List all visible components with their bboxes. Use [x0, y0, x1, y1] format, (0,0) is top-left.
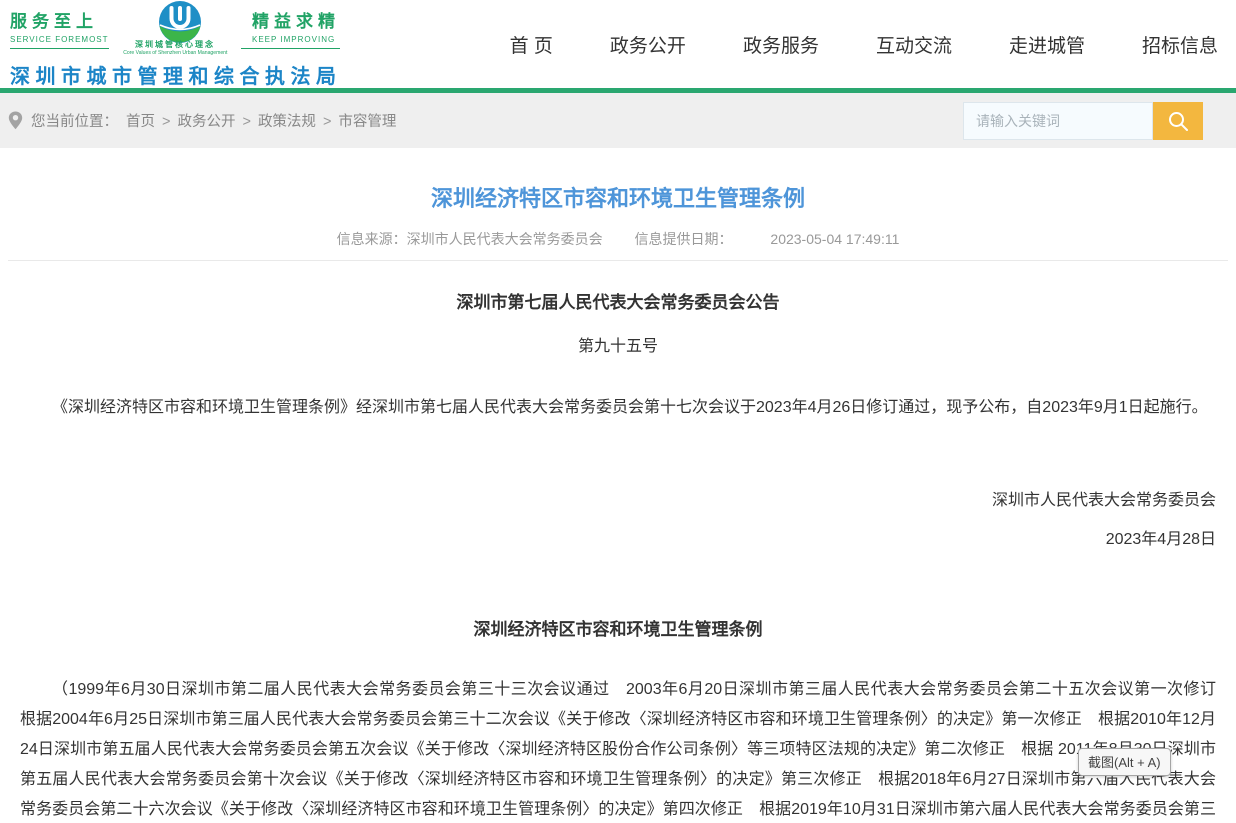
caption-en: Core Values of Shenzhen Urban Management [123, 50, 227, 56]
breadcrumb-item: 市容管理> [338, 110, 396, 131]
nav-item[interactable]: 走进城管 [1009, 31, 1085, 58]
slogan-right: 精益求精 KEEP IMPROVING [252, 0, 340, 44]
search-button[interactable] [1153, 102, 1203, 140]
org-name: 深圳市城市管理和综合执法局 [10, 60, 340, 89]
source-label: 信息来源： [337, 231, 407, 247]
slogan-right-cn: 精益求精 [252, 7, 340, 32]
date-value: 2023-05-04 17:49:11 [770, 231, 899, 247]
breadcrumb-separator: > [162, 114, 170, 130]
search-input[interactable] [963, 102, 1153, 140]
slogan-left-en: SERVICE FOREMOST [10, 35, 109, 44]
caption-cn: 深圳城管核心理念 [114, 41, 237, 50]
location-pin-icon [8, 111, 23, 130]
announcement-paragraph: 《深圳经济特区市容和环境卫生管理条例》经深圳市第七届人民代表大会常务委员会第十七… [20, 393, 1216, 423]
breadcrumb-link[interactable]: 市容管理 [338, 114, 396, 130]
signature-org: 深圳市人民代表大会常务委员会 [20, 486, 1216, 510]
slogan-right-en: KEEP IMPROVING [252, 35, 340, 44]
nav-item[interactable]: 互动交流 [876, 31, 952, 58]
breadcrumb-bar: 您当前位置： 首页 > 政务公开 > 政策法规 > 市容管理> [0, 93, 1236, 148]
breadcrumb-items: 首页 > 政务公开 > 政策法规 > 市容管理> [126, 110, 396, 131]
meta-divider [8, 260, 1228, 261]
search-icon [1167, 110, 1189, 132]
article: 深圳经济特区市容和环境卫生管理条例 信息来源：深圳市人民代表大会常务委员会 信息… [0, 181, 1236, 823]
breadcrumb-prefix: 您当前位置： [31, 110, 118, 131]
breadcrumb-link[interactable]: 政策法规 [258, 114, 316, 130]
article-meta: 信息来源：深圳市人民代表大会常务委员会 信息提供日期： 2023-05-04 1… [20, 229, 1216, 249]
breadcrumb: 您当前位置： 首页 > 政务公开 > 政策法规 > 市容管理> [8, 110, 396, 131]
nav-item[interactable]: 政务公开 [610, 31, 686, 58]
signature-date: 2023年4月28日 [20, 525, 1216, 549]
breadcrumb-item: 政策法规 > [258, 110, 338, 131]
revision-history-paragraph: （1999年6月30日深圳市第二届人民代表大会常务委员会第三十三次会议通过 20… [20, 675, 1216, 823]
search-box [963, 102, 1203, 140]
announcement-number: 第九十五号 [20, 332, 1216, 356]
nav-item[interactable]: 首 页 [510, 31, 553, 58]
page-title: 深圳经济特区市容和环境卫生管理条例 [20, 181, 1216, 213]
breadcrumb-link[interactable]: 政务公开 [177, 114, 235, 130]
nav-item[interactable]: 招标信息 [1142, 31, 1218, 58]
document-title: 深圳经济特区市容和环境卫生管理条例 [20, 615, 1216, 640]
caption-rule-left [10, 48, 109, 49]
nav-item[interactable]: 政务服务 [743, 31, 819, 58]
caption-text: 深圳城管核心理念 Core Values of Shenzhen Urban M… [109, 41, 242, 56]
announcement-title: 深圳市第七届人民代表大会常务委员会公告 [20, 288, 1216, 313]
source-value: 深圳市人民代表大会常务委员会 [407, 231, 603, 247]
breadcrumb-separator: > [242, 114, 250, 130]
screenshot-tooltip: 截图(Alt + A) [1078, 748, 1171, 776]
breadcrumb-separator: > [323, 114, 331, 130]
date-label: 信息提供日期： [635, 231, 733, 247]
slogan-left-cn: 服务至上 [10, 7, 109, 32]
breadcrumb-item: 政务公开 > [177, 110, 257, 131]
breadcrumb-item: 首页 > [126, 110, 177, 131]
breadcrumb-link[interactable]: 首页 [126, 114, 155, 130]
slogan-left: 服务至上 SERVICE FOREMOST [10, 0, 109, 44]
caption-rule-right [241, 48, 340, 49]
site-header: 服务至上 SERVICE FOREMOST 精益求精 KEEP IMPROVIN… [0, 0, 1236, 88]
page: 服务至上 SERVICE FOREMOST 精益求精 KEEP IMPROVIN… [0, 0, 1236, 823]
main-nav: 首 页 政务公开 政务服务 互动交流 走进城管 招标信息 [510, 31, 1222, 58]
site-brand: 服务至上 SERVICE FOREMOST 精益求精 KEEP IMPROVIN… [10, 0, 340, 89]
